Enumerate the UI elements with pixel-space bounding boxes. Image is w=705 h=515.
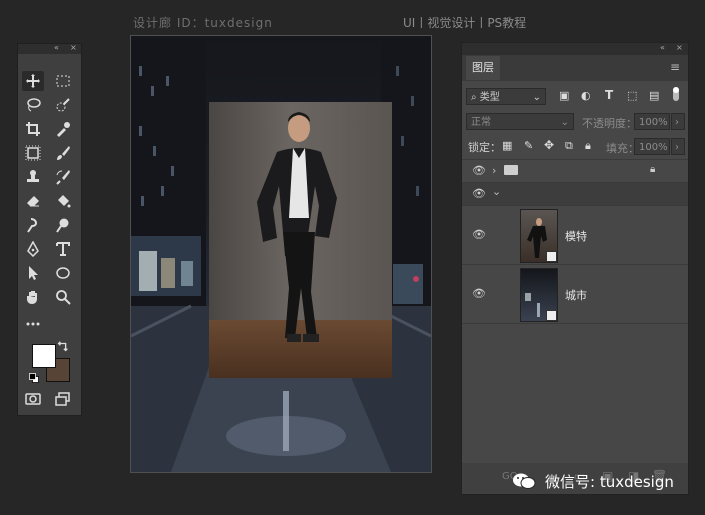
history-brush-tool-icon[interactable]	[52, 167, 74, 187]
watermark-right: UI丨视觉设计丨PS教程	[403, 16, 527, 30]
pen-tool-icon[interactable]	[22, 239, 44, 259]
chevron-down-icon: ⌄	[532, 92, 541, 103]
swap-colors-icon[interactable]	[56, 340, 70, 354]
opacity-chevron-icon[interactable]: ›	[671, 113, 685, 130]
path-selection-tool-icon[interactable]	[22, 263, 44, 283]
folder-icon	[504, 165, 518, 175]
pixel-filter-icon[interactable]: ▣	[559, 89, 569, 102]
type-tool-icon[interactable]	[52, 239, 74, 259]
smart-object-icon	[546, 310, 557, 321]
layer-row-model[interactable]: 👁︎ 模特	[462, 206, 688, 264]
eyedropper-tool-icon[interactable]	[52, 119, 74, 139]
foreground-color-swatch[interactable]	[32, 344, 56, 368]
blend-mode-value: 正常	[471, 117, 491, 128]
tools-panel-titlebar[interactable]: « ×	[18, 43, 81, 54]
quick-mask-icon[interactable]	[22, 389, 44, 409]
shape-filter-icon[interactable]: ⬚	[627, 89, 637, 102]
layer-row-group-1[interactable]: 👁︎ › 🔒︎	[462, 160, 688, 182]
watermark-wechat: 微信号: tuxdesign	[545, 473, 674, 491]
hand-tool-icon[interactable]	[22, 287, 44, 307]
crop-tool-icon[interactable]	[22, 119, 44, 139]
default-colors-icon[interactable]	[28, 372, 40, 384]
watermark-left: 设计廊 ID：tuxdesign	[133, 16, 273, 30]
smart-object-filter-icon[interactable]: ▤	[649, 89, 659, 102]
lock-position-icon[interactable]: ✥	[544, 138, 554, 152]
visibility-eye-icon[interactable]: 👁︎	[472, 188, 486, 199]
visibility-eye-icon[interactable]: 👁︎	[472, 288, 486, 299]
collapse-icon[interactable]: «	[54, 43, 59, 52]
ellipse-tool-icon[interactable]	[52, 263, 74, 283]
fill-chevron-icon[interactable]: ›	[671, 138, 685, 155]
tools-panel: « ×	[17, 43, 82, 416]
filter-toggle[interactable]	[673, 87, 679, 101]
layer-row-city[interactable]: 👁︎ 城市	[462, 265, 688, 323]
close-icon[interactable]: ×	[676, 43, 683, 52]
chevron-down-icon[interactable]: ⌄	[492, 185, 501, 198]
fill-input[interactable]: 100%	[634, 138, 670, 155]
lock-image-icon[interactable]: ✎	[524, 139, 533, 152]
smudge-tool-icon[interactable]	[22, 215, 44, 235]
wechat-icon	[512, 472, 536, 490]
divider	[462, 323, 688, 324]
more-tools-icon[interactable]	[22, 314, 44, 334]
eraser-tool-icon[interactable]	[22, 191, 44, 211]
paint-bucket-tool-icon[interactable]	[52, 191, 74, 211]
layer-thumbnail-model	[520, 209, 558, 263]
filter-label: 类型	[479, 92, 500, 103]
layers-panel-titlebar[interactable]: « ×	[462, 43, 688, 55]
opacity-input[interactable]: 100%	[634, 113, 670, 130]
document-canvas[interactable]	[130, 35, 432, 473]
opacity-label: 不透明度：	[582, 117, 637, 130]
frame-tool-icon[interactable]	[22, 143, 44, 163]
lock-label: 锁定：	[468, 141, 501, 154]
layer-name[interactable]: 模特	[565, 228, 587, 244]
marquee-tool-icon[interactable]	[52, 71, 74, 91]
smart-object-icon	[546, 251, 557, 262]
clone-stamp-tool-icon[interactable]	[22, 167, 44, 187]
adjustment-filter-icon[interactable]: ◐	[581, 89, 591, 102]
dodge-tool-icon[interactable]	[52, 215, 74, 235]
zoom-tool-icon[interactable]	[52, 287, 74, 307]
panel-menu-icon[interactable]: ≡	[670, 60, 680, 74]
type-filter-icon[interactable]: T	[605, 88, 613, 102]
visibility-eye-icon[interactable]: 👁︎	[472, 229, 486, 240]
search-icon: ⌕	[471, 92, 480, 103]
lasso-tool-icon[interactable]	[22, 95, 44, 115]
layer-filter-dropdown[interactable]: ⌕ 类型 ⌄	[466, 88, 546, 105]
quick-selection-tool-icon[interactable]	[52, 95, 74, 115]
collapse-icon[interactable]: «	[660, 43, 665, 52]
brush-tool-icon[interactable]	[52, 143, 74, 163]
close-icon[interactable]: ×	[70, 43, 77, 52]
layers-panel: « × 图层 ≡ ⌕ 类型 ⌄ ▣ ◐ T ⬚ ▤ 正常 ⌄ 不透明度： 100…	[461, 42, 689, 495]
layer-row-group-2[interactable]: 👁︎ ⌄	[462, 183, 688, 205]
lock-transparent-icon[interactable]: ▦	[502, 139, 512, 152]
visibility-eye-icon[interactable]: 👁︎	[472, 165, 486, 176]
lock-all-icon[interactable]: 🔒︎	[585, 139, 591, 153]
chevron-down-icon: ⌄	[560, 117, 569, 128]
chevron-right-icon[interactable]: ›	[492, 164, 496, 177]
move-tool-icon[interactable]	[22, 71, 44, 91]
blend-mode-dropdown[interactable]: 正常 ⌄	[466, 113, 574, 130]
screen-mode-icon[interactable]	[52, 389, 74, 409]
tab-layers[interactable]: 图层	[466, 56, 500, 80]
layer-name[interactable]: 城市	[565, 287, 587, 303]
lock-artboard-icon[interactable]: ⧉	[565, 139, 573, 153]
model-photo-layer[interactable]	[209, 102, 392, 378]
layer-thumbnail-city	[520, 268, 558, 322]
lock-icon: 🔒︎	[650, 164, 656, 175]
